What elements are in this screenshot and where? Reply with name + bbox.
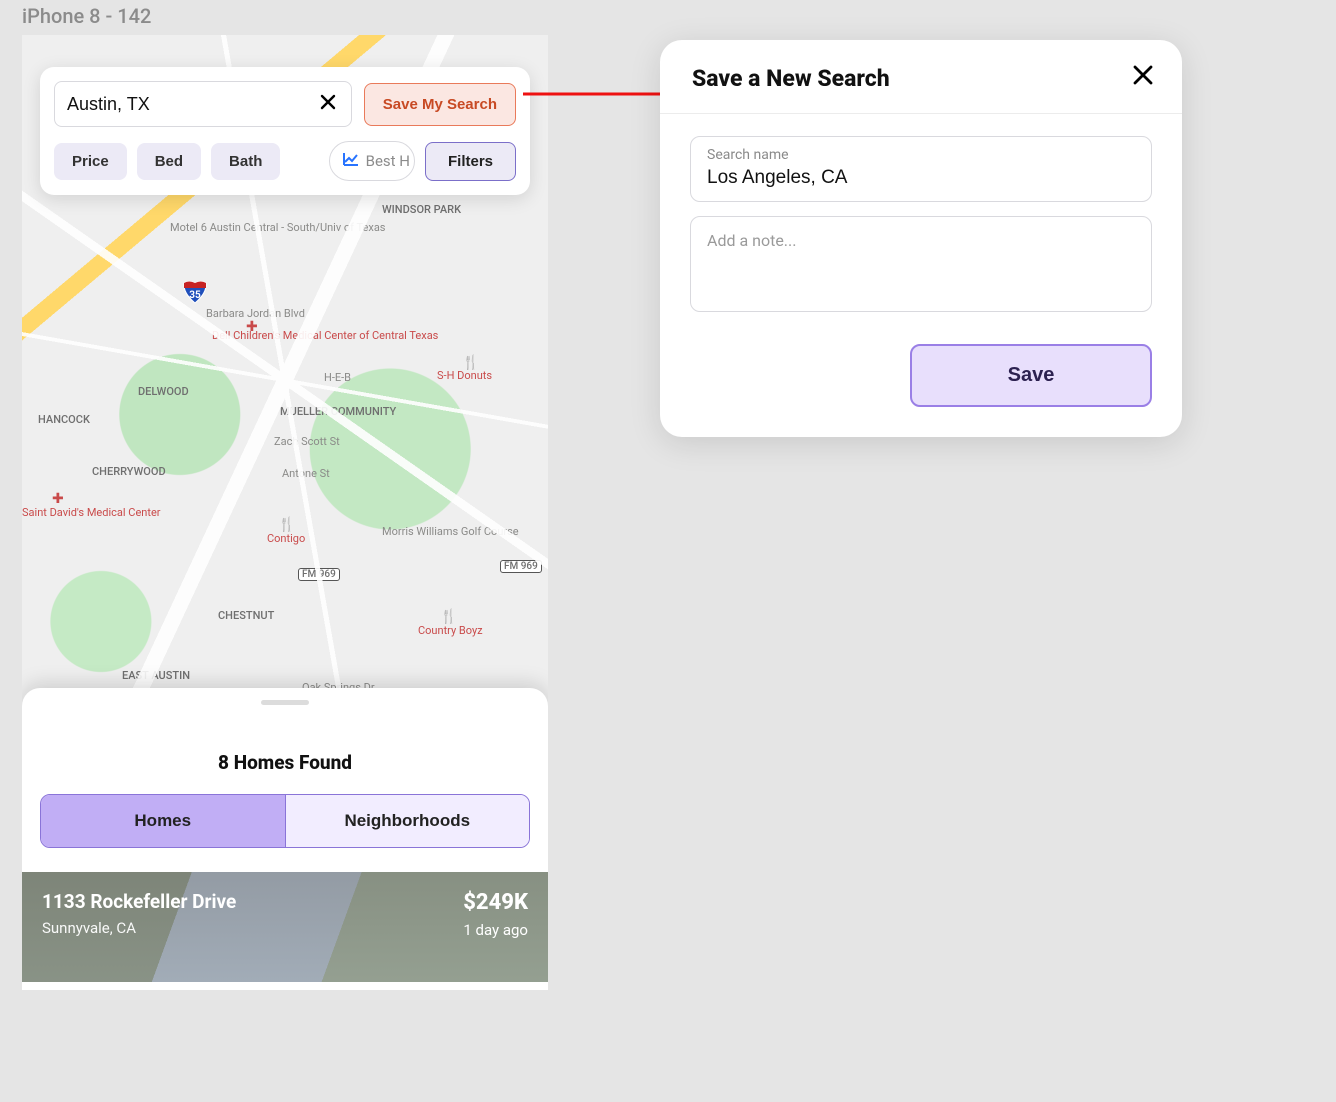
poi-restaurant-icon: 🍴 [440,609,457,625]
map-label-stdavid: Saint David's Medical Center [22,507,161,519]
svg-text:35: 35 [189,290,201,301]
map-label-morris: Morris Williams Golf Course [382,525,519,538]
chart-line-icon [342,150,360,172]
filter-pill-bath[interactable]: Bath [211,143,280,180]
location-search-input[interactable] [67,94,317,115]
map-label-cherrywood: CHERRYWOOD [92,465,166,478]
save-my-search-button[interactable]: Save My Search [364,83,516,126]
filter-pill-price[interactable]: Price [54,143,127,180]
map-label-motel6: Motel 6 Austin Central - South/Univ of T… [170,221,386,234]
map-label-chestnut: CHESTNUT [218,609,274,622]
listing-card[interactable]: 1133 Rockefeller Drive Sunnyvale, CA $24… [22,872,548,982]
note-textarea[interactable] [707,231,1135,297]
search-input-wrap[interactable] [54,81,352,127]
sort-label: Best H [366,152,410,170]
listing-age: 1 day ago [463,921,528,939]
tab-homes[interactable]: Homes [41,795,286,847]
phone-frame: WINDSOR PARK Motel 6 Austin Central - So… [22,35,548,990]
map-label-zach: Zach Scott St [274,435,340,448]
save-search-modal: Save a New Search Search name Save [660,40,1182,437]
results-tabs: Homes Neighborhoods [40,794,530,848]
close-icon[interactable] [1132,64,1154,93]
filters-button[interactable]: Filters [425,142,516,181]
map-label-contigo: Contigo [267,533,305,545]
map-label-windsor-park: WINDSOR PARK [382,203,461,216]
save-button[interactable]: Save [910,344,1152,407]
poi-restaurant-icon: 🍴 [278,517,295,533]
search-name-field[interactable]: Search name [690,136,1152,202]
map-label-delwood: DELWOOD [138,385,189,398]
poi-medical-icon: ✚ [246,319,258,335]
listing-price: $249K [463,890,528,915]
poi-restaurant-icon: 🍴 [462,355,479,371]
modal-title: Save a New Search [692,65,890,92]
map-label-hancock: HANCOCK [38,413,90,426]
map-label-heb: H-E-B [324,371,351,384]
search-name-label: Search name [707,147,1135,163]
map-label-barbara: Barbara Jordan Blvd [206,307,305,320]
sheet-grabber[interactable] [261,700,309,705]
search-name-input[interactable] [707,167,1135,189]
frame-label: iPhone 8 - 142 [22,4,151,28]
map-label-fm969a: FM 969 [500,560,542,573]
map-label-fm969b: FM 969 [298,568,340,581]
map-label-country: Country Boyz [418,625,483,637]
clear-search-icon[interactable] [317,92,339,116]
sort-chip[interactable]: Best H [329,141,415,181]
map-label-donuts: S-H Donuts [437,370,492,382]
search-panel: Save My Search Price Bed Bath Best H Fil… [40,67,530,195]
results-bottom-sheet[interactable]: 8 Homes Found Homes Neighborhoods 1133 R… [22,688,548,990]
map-label-eastaustin: EAST AUSTIN [122,669,190,682]
note-field[interactable] [690,216,1152,312]
listing-address: 1133 Rockefeller Drive [42,890,236,913]
interstate-shield-icon: 35 [182,279,208,309]
listing-city: Sunnyvale, CA [42,919,236,937]
map-label-antone: Antone St [282,467,330,480]
poi-medical-icon: ✚ [52,491,64,507]
filter-pill-bed[interactable]: Bed [137,143,201,180]
tab-neighborhoods[interactable]: Neighborhoods [286,795,530,847]
map-label-dell: Dell Children's Medical Center of Centra… [212,330,438,342]
map-label-mueller: MUELLER COMMUNITY [280,405,396,418]
results-count-label: 8 Homes Found [22,751,548,774]
